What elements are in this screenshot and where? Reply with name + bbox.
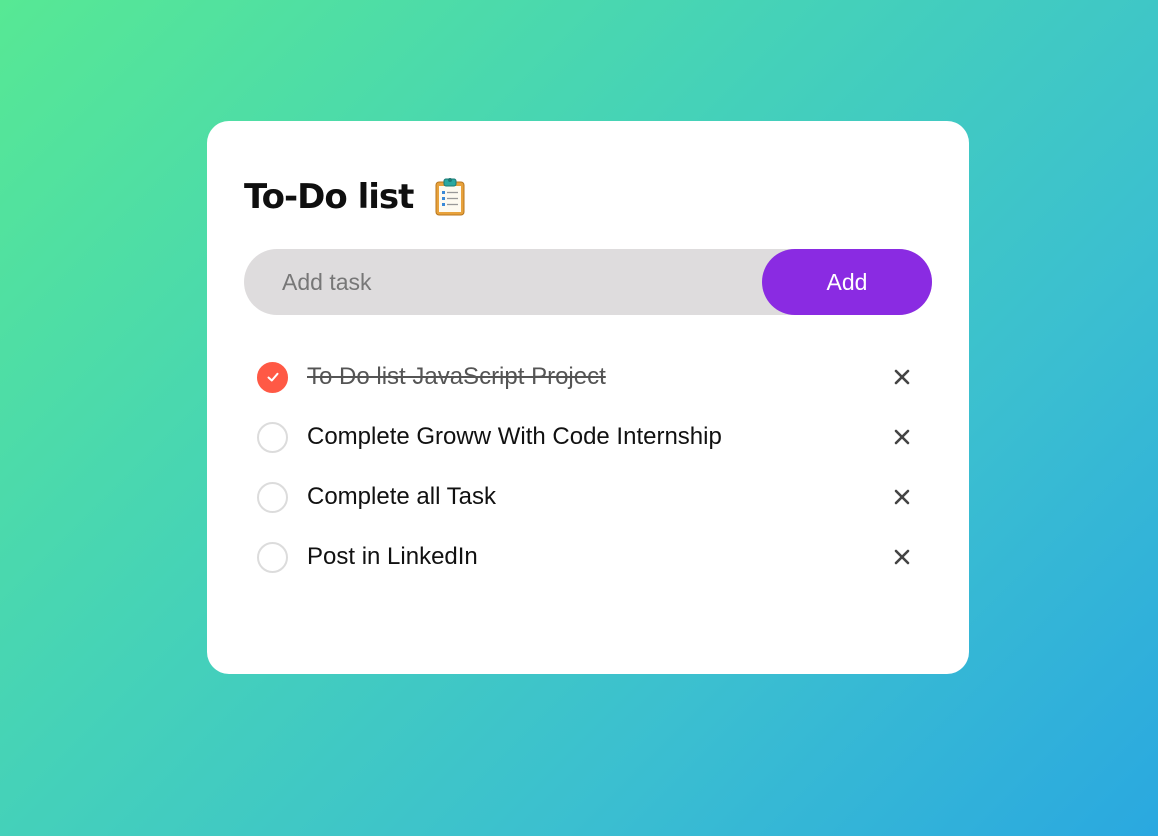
remove-task-button[interactable] <box>882 417 922 457</box>
close-icon <box>894 429 910 445</box>
checkbox-checked[interactable] <box>257 361 288 393</box>
close-icon <box>894 369 910 385</box>
add-task-row: Add <box>244 248 932 316</box>
list-item[interactable]: Complete Groww With Code Internship <box>257 407 922 467</box>
clipboard-icon <box>433 177 467 217</box>
remove-task-button[interactable] <box>882 357 922 397</box>
checkbox-unchecked[interactable] <box>257 481 288 513</box>
add-button[interactable]: Add <box>762 249 932 315</box>
task-text[interactable]: To Do list JavaScript Project <box>307 363 606 391</box>
todo-card: To-Do list Add task Add To Do list JavaS… <box>207 121 969 674</box>
remove-task-button[interactable] <box>882 537 922 577</box>
list-item[interactable]: Post in LinkedIn <box>257 527 922 587</box>
remove-task-button[interactable] <box>882 477 922 517</box>
checkbox-unchecked[interactable] <box>257 421 288 453</box>
close-icon <box>894 549 910 565</box>
task-list: To Do list JavaScript Project Complete G… <box>257 347 922 587</box>
task-text[interactable]: Complete Groww With Code Internship <box>307 423 722 451</box>
task-text[interactable]: Complete all Task <box>307 483 496 511</box>
title-row: To-Do list <box>244 173 467 221</box>
check-icon <box>267 372 278 382</box>
list-item[interactable]: To Do list JavaScript Project <box>257 347 922 407</box>
page-title: To-Do list <box>244 177 414 217</box>
list-item[interactable]: Complete all Task <box>257 467 922 527</box>
task-input[interactable] <box>244 248 762 316</box>
close-icon <box>894 489 910 505</box>
task-text[interactable]: Post in LinkedIn <box>307 543 478 571</box>
checkbox-unchecked[interactable] <box>257 541 288 573</box>
